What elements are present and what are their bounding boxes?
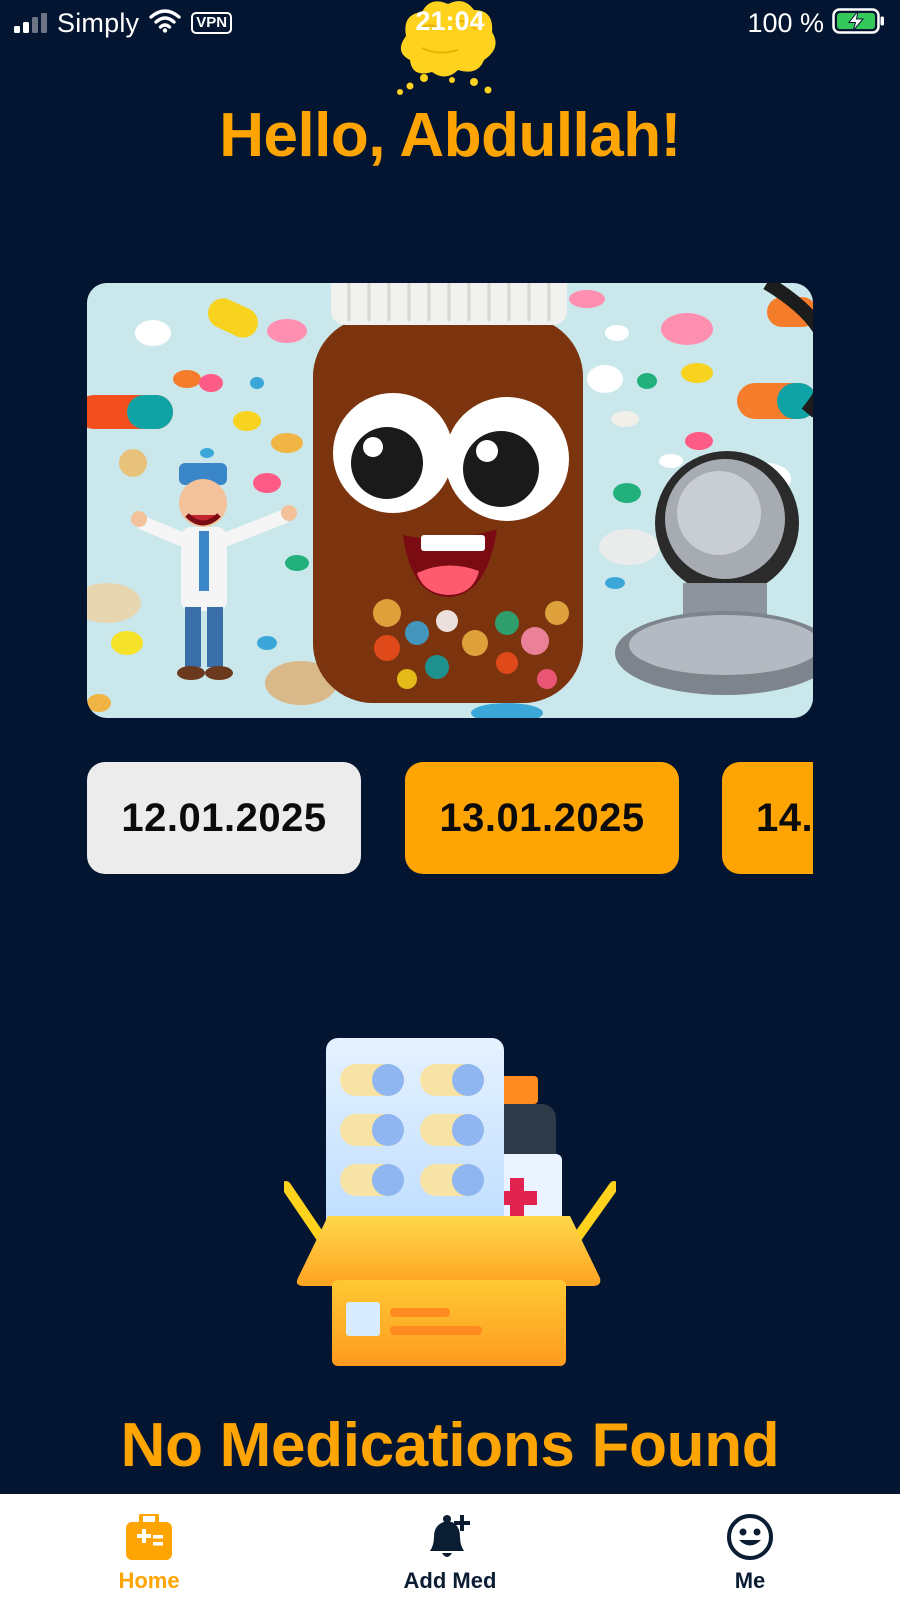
medicine-box-icon: [281, 1030, 619, 1370]
empty-state-title: No Medications Found: [120, 1411, 780, 1480]
date-chip-label: 12.01.2025: [121, 795, 327, 840]
medical-kit-icon: [125, 1512, 173, 1562]
bottom-tab-bar: Home Add Med Me: [0, 1494, 900, 1600]
tab-label: Home: [118, 1568, 180, 1593]
date-chip-12-01-2025[interactable]: 12.01.2025: [87, 762, 361, 874]
tab-label: Me: [734, 1568, 766, 1593]
date-chip-13-01-2025[interactable]: 13.01.2025: [405, 762, 679, 874]
date-chip-label: 14.01.2025: [756, 795, 813, 840]
smiley-face-icon: [726, 1512, 774, 1562]
date-chip-label: 13.01.2025: [439, 795, 645, 840]
tab-me[interactable]: Me: [660, 1494, 840, 1600]
date-chip-14-01-2025[interactable]: 14.01.2025: [722, 762, 813, 874]
tab-label: Add Med: [403, 1568, 497, 1593]
status-time: 21:04: [415, 6, 485, 36]
tab-add-med[interactable]: Add Med: [360, 1494, 540, 1600]
tab-home[interactable]: Home: [59, 1494, 239, 1600]
bell-plus-icon: [424, 1512, 476, 1562]
home-screen: Simply VPN 21:04 100 % Hello, Abdullah! …: [0, 0, 900, 1600]
hero-image: [87, 283, 813, 718]
greeting-title: Hello, Abdullah!: [219, 101, 681, 170]
date-selector: 12.01.2025 13.01.2025 14.01.2025: [87, 762, 813, 874]
